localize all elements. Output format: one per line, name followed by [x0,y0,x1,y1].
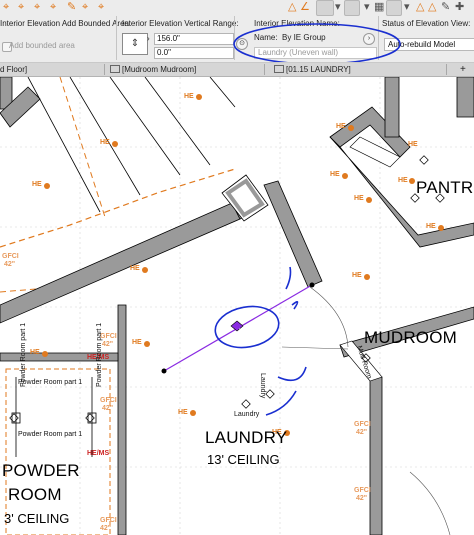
outlet-icon [438,225,444,231]
info-box-toolbar: ⌖ ⌖ ⌖ ⌖ ✎ ⌖ ⌖ △ ∠ ▾ ▾ ▦ ▾ △ △ ✎ ✚ Interi… [0,0,474,63]
tab-floor[interactable]: d Floor] [0,64,27,75]
room-name-laundry: LAUNDRY [205,428,288,447]
he-tag: HE [30,349,40,356]
room-ceiling-laundry: 13' CEILING [207,452,280,467]
hems-tag: HE/MS [87,450,110,457]
add-tab-button[interactable]: + [460,64,466,75]
outlet-icon [112,141,118,147]
gfci-tag: GFCI [100,397,117,404]
tab-divider [104,64,105,75]
he-tag: HE [132,339,142,346]
he-tag: HE [178,409,188,416]
room-name-mudroom: MUDROOM [364,328,457,347]
outlet-icon [144,341,150,347]
he-tag: HE [426,223,436,230]
outlet-icon [142,267,148,273]
gfci-height: 42" [100,525,112,532]
room-name-powder: POWDER [2,461,80,480]
he-tag: HE [352,272,362,279]
tab-divider [264,64,265,75]
tab-mudroom[interactable]: [Mudroom Mudroom] [110,64,196,75]
gfci-tag: GFCI [354,487,371,494]
gfci-height: 42" [102,341,114,348]
gfci-height: 42" [4,261,16,268]
he-tag: HE [130,265,140,272]
room-ceiling-powder: 3' CEILING [4,511,70,526]
outlet-icon [190,410,196,416]
powder-part-label: Powder Room part 1 [18,379,83,386]
outlet-icon [42,351,48,357]
outlet-icon [44,183,50,189]
he-tag: HE [408,141,418,148]
he-tag: HE [330,171,340,178]
powder-part-label-vertical: Powder Room part 1 [96,322,103,387]
he-tag: HE [32,181,42,188]
elevation-view-icon [274,65,284,73]
view-tab-bar: d Floor] [Mudroom Mudroom] [01.15 LAUNDR… [0,63,474,77]
he-tag: HE [100,139,110,146]
outlet-icon [366,197,372,203]
he-tag: HE [184,93,194,100]
he-tag: HE [336,123,346,130]
outlet-icon [348,125,354,131]
gfci-height: 42" [102,405,114,412]
tab-laundry[interactable]: [01.15 LAUNDRY] [274,64,351,75]
gfci-tag: GFCI [100,517,117,524]
outlet-icon [196,94,202,100]
outlet-icon [364,274,370,280]
gfci-tag: GFCI [2,253,19,260]
gfci-tag: GFCI [354,421,371,428]
powder-part-label: Powder Room part 1 [18,431,83,438]
outlet-icon [342,173,348,179]
tab-divider [446,64,447,75]
gfci-height: 42" [356,429,368,436]
name-highlight-annotation [233,23,401,62]
laundry-small-label: Laundry [234,411,260,418]
floor-plan-canvas[interactable]: HE HE HE HE HE HE HE HE HE HE HE HE HE H… [0,77,474,535]
gfci-height: 42" [356,495,368,502]
tab-mudroom-label: [Mudroom Mudroom] [122,65,197,74]
laundry-small-label: Laundry [259,373,266,399]
outlet-icon [409,178,415,184]
elevation-view-icon [110,65,120,73]
he-tag: HE [398,177,408,184]
powder-part-label-vertical: Powder Room part 1 [20,322,27,387]
room-name-pantry: PANTR [416,178,474,197]
he-tag: HE [354,195,364,202]
room-name-room: ROOM [8,485,62,504]
tab-laundry-label: [01.15 LAUNDRY] [286,65,351,74]
